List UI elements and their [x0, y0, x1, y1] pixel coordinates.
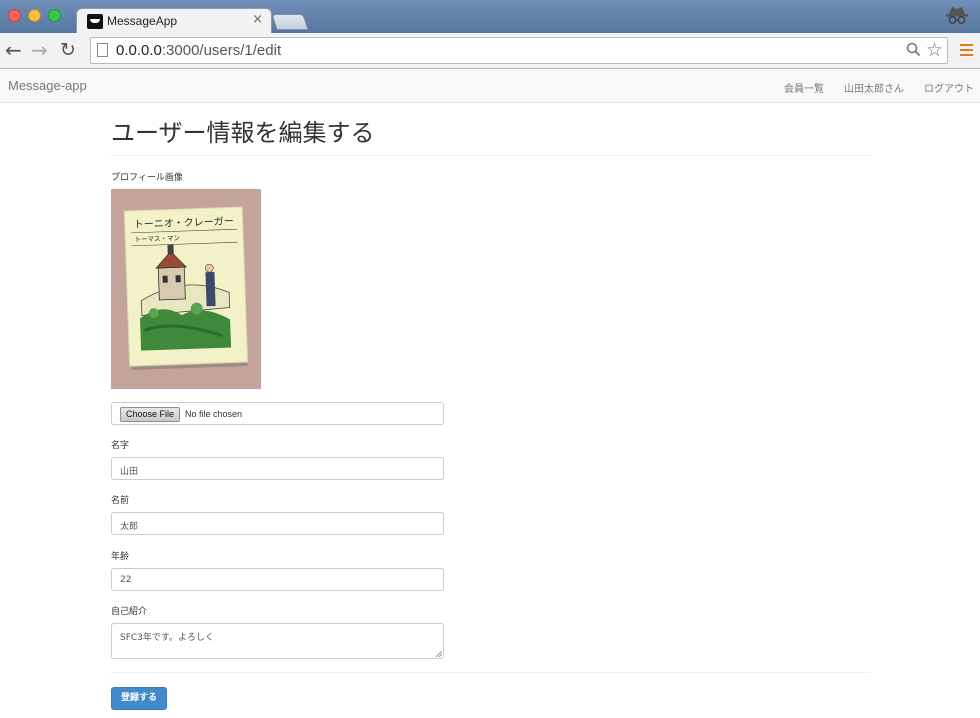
browser-toolbar: ← → ↻ 0.0.0.0:3000/users/1/edit ☆	[0, 33, 980, 69]
profile-image-label: プロフィール画像	[111, 173, 183, 183]
title-divider	[111, 155, 871, 156]
browser-titlebar: MessageApp ×	[0, 0, 980, 34]
bio-textarea[interactable]: SFC3年です。よろしく	[111, 623, 444, 659]
choose-file-button[interactable]: Choose File	[120, 407, 181, 422]
browser-menu-icon[interactable]	[960, 44, 973, 56]
bio-label: 自己紹介	[111, 607, 148, 617]
search-icon[interactable]	[906, 42, 921, 57]
nav-link-members[interactable]: 会員一覧	[784, 80, 824, 95]
address-bar[interactable]: 0.0.0.0:3000/users/1/edit ☆	[90, 37, 948, 64]
profile-image-file-input[interactable]: Choose File No file chosen	[111, 402, 444, 425]
last-name-field[interactable]: 山田	[111, 457, 444, 480]
age-label: 年齢	[111, 552, 130, 562]
first-name-field[interactable]: 太郎	[111, 512, 444, 535]
new-tab-button[interactable]	[271, 14, 309, 30]
first-name-label: 名前	[111, 496, 130, 506]
back-arrow-icon[interactable]: ←	[5, 38, 22, 62]
navbar-brand[interactable]: Message-app	[8, 78, 87, 93]
window-maximize-button[interactable]	[48, 9, 61, 22]
page-title: ユーザー情報を編集する	[111, 119, 375, 147]
last-name-label: 名字	[111, 441, 130, 451]
page-icon	[97, 43, 108, 57]
submit-button[interactable]: 登録する	[111, 687, 167, 710]
profile-image: トーニオ・クレーガー トーマス・マン	[111, 189, 261, 389]
tab-title: MessageApp	[107, 14, 178, 28]
svg-text:トーマス・マン: トーマス・マン	[134, 234, 180, 244]
incognito-icon	[946, 7, 968, 27]
reload-icon[interactable]: ↻	[60, 38, 76, 62]
tab-close-icon[interactable]: ×	[252, 12, 263, 27]
navbar-links: 会員一覧 山田太郎さん ログアウト	[764, 80, 974, 95]
nav-link-logout[interactable]: ログアウト	[924, 80, 974, 95]
browser-tab-active[interactable]: MessageApp ×	[76, 8, 272, 34]
app-navbar: Message-app 会員一覧 山田太郎さん ログアウト	[0, 69, 980, 103]
form-divider	[111, 672, 871, 673]
forward-arrow-icon[interactable]: →	[31, 38, 48, 62]
url-text[interactable]: 0.0.0.0:3000/users/1/edit	[116, 42, 281, 59]
file-status-text: No file chosen	[185, 409, 243, 419]
tab-favicon-icon	[87, 14, 103, 29]
bookmark-star-icon[interactable]: ☆	[926, 39, 943, 61]
window-close-button[interactable]	[8, 9, 21, 22]
nav-link-current-user[interactable]: 山田太郎さん	[844, 80, 904, 95]
window-minimize-button[interactable]	[28, 9, 41, 22]
age-field[interactable]: 22	[111, 568, 444, 591]
